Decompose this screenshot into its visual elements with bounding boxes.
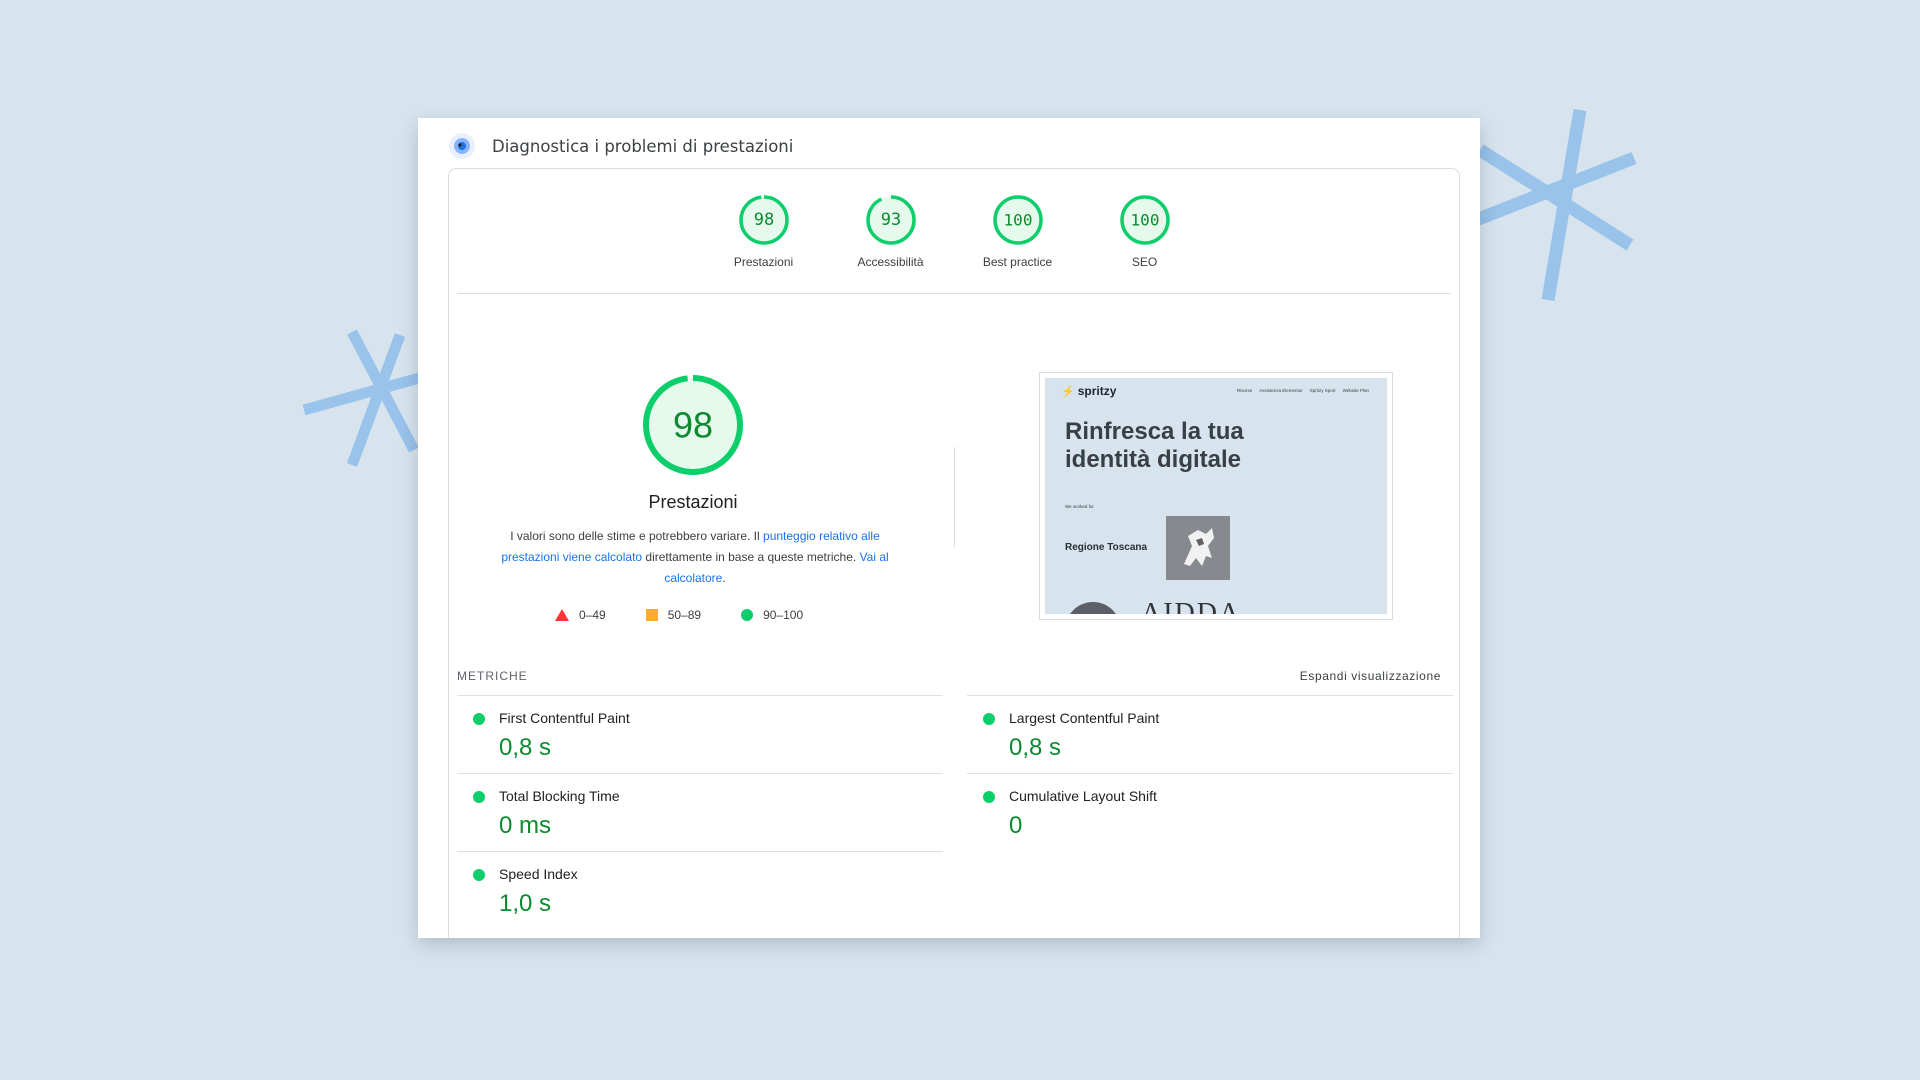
legend-range: 0–49 — [579, 608, 606, 622]
performance-main-gauge: 98 — [643, 375, 743, 475]
metric-value: 0 ms — [499, 812, 552, 839]
legend-range: 90–100 — [763, 608, 804, 622]
metric-total-blocking-time: Total Blocking Time 0 ms — [457, 773, 943, 851]
category-label: SEO — [1131, 255, 1158, 269]
category-label: Best practice — [982, 255, 1053, 269]
description-text: direttamente in base a queste metriche. — [642, 550, 860, 564]
metric-name: Total Blocking Time — [499, 788, 620, 804]
metric-name: First Contentful Paint — [499, 710, 630, 726]
metric-value: 0 — [1009, 812, 1023, 839]
metrics-left-column: First Contentful Paint 0,8 s Total Block… — [457, 695, 943, 929]
panel-header: Diagnostica i problemi di prestazioni — [448, 126, 793, 166]
lion-emblem-icon — [1166, 516, 1230, 580]
lighthouse-report: 98 Prestazioni 93 Accessibilità 100 Best… — [448, 168, 1460, 938]
gauge-score: 98 — [673, 405, 713, 446]
vertical-divider — [954, 447, 955, 547]
seo-gauge: 100 — [1119, 195, 1170, 245]
pass-circle-icon — [473, 869, 485, 881]
lighthouse-panel: Diagnostica i problemi di prestazioni 98… — [418, 118, 1480, 938]
metric-value: 1,0 s — [499, 890, 552, 917]
pass-circle-icon — [983, 791, 995, 803]
gauge-score: 100 — [1130, 211, 1159, 230]
screenshot-nav-item: Assistenza Elementor — [1259, 388, 1303, 393]
diagnostics-logo-icon — [449, 133, 475, 159]
category-seo[interactable]: 100 SEO — [1081, 193, 1208, 269]
metric-cumulative-layout-shift: Cumulative Layout Shift 0 — [967, 773, 1453, 851]
gauge-score: 98 — [753, 210, 773, 230]
accessibility-gauge: 93 — [865, 195, 916, 245]
metrics-right-column: Largest Contentful Paint 0,8 s Cumulativ… — [967, 695, 1453, 851]
screenshot-brand: ⚡ spritzy — [1061, 384, 1116, 398]
panel-title: Diagnostica i problemi di prestazioni — [492, 136, 794, 156]
decorative-asterisk-right — [1473, 108, 1637, 302]
gauge-score: 93 — [880, 210, 900, 230]
legend-item-fail: 0–49 — [555, 608, 606, 622]
category-performance[interactable]: 98 Prestazioni — [700, 193, 827, 269]
category-accessibility[interactable]: 93 Accessibilità — [827, 193, 954, 269]
main-score-label: Prestazioni — [648, 492, 738, 512]
pass-circle-icon — [983, 713, 995, 725]
gauge-score: 100 — [1003, 211, 1032, 230]
metric-name: Cumulative Layout Shift — [1009, 788, 1157, 804]
headline-line: identità digitale — [1065, 446, 1242, 473]
metrics-heading: METRICHE — [457, 669, 528, 683]
metric-name: Speed Index — [499, 866, 578, 882]
seal-icon — [1065, 602, 1121, 614]
headline-line: Rinfresca la tua — [1065, 418, 1244, 445]
screenshot-region: Regione Toscana — [1065, 542, 1148, 553]
category-scores: 98 Prestazioni 93 Accessibilità 100 Best… — [449, 193, 1459, 269]
expand-view-toggle[interactable]: Espandi visualizzazione — [1300, 669, 1441, 683]
screenshot-nav-item: Risorse — [1237, 388, 1253, 393]
performance-gauge: 98 — [738, 195, 789, 245]
metric-speed-index: Speed Index 1,0 s — [457, 851, 943, 929]
pass-circle-icon — [473, 713, 485, 725]
metric-name: Largest Contentful Paint — [1009, 710, 1160, 726]
metric-first-contentful-paint: First Contentful Paint 0,8 s — [457, 695, 943, 773]
metric-value: 0,8 s — [499, 734, 552, 761]
score-description: I valori sono delle stime e potrebbero v… — [485, 526, 905, 589]
screenshot-small-text: We worked for — [1065, 504, 1094, 509]
screenshot-nav-item: Website Plan — [1342, 388, 1369, 393]
screenshot-nav: Risorse Assistenza Elementor Spritzy Spo… — [1230, 388, 1369, 393]
page-screenshot-thumbnail[interactable]: ⚡ spritzy Risorse Assistenza Elementor S… — [1039, 372, 1393, 620]
screenshot-aidda: AIDDA — [1141, 598, 1242, 614]
pass-circle-icon — [473, 791, 485, 803]
square-icon — [645, 609, 658, 621]
best-practices-gauge: 100 — [992, 195, 1043, 245]
category-label: Prestazioni — [733, 255, 794, 269]
triangle-icon — [555, 609, 569, 621]
brand-name: spritzy — [1077, 384, 1117, 398]
screenshot-headline: Rinfresca la tua identità digitale — [1065, 418, 1365, 474]
legend-range: 50–89 — [667, 608, 702, 622]
metric-value: 0,8 s — [1009, 734, 1062, 761]
screenshot-nav-item: Spritzy Sport — [1309, 388, 1336, 393]
description-text: . — [722, 571, 726, 585]
circle-icon — [741, 609, 754, 621]
screenshot-content: ⚡ spritzy Risorse Assistenza Elementor S… — [1045, 378, 1387, 614]
legend-item-average: 50–89 — [645, 608, 702, 622]
divider — [457, 293, 1451, 294]
bolt-icon: ⚡ — [1061, 385, 1075, 398]
score-legend: 0–49 50–89 90–100 — [555, 608, 843, 622]
metric-largest-contentful-paint: Largest Contentful Paint 0,8 s — [967, 695, 1453, 773]
description-text: I valori sono delle stime e potrebbero v… — [510, 529, 764, 543]
legend-item-pass: 90–100 — [741, 608, 803, 622]
category-best-practices[interactable]: 100 Best practice — [954, 193, 1081, 269]
category-label: Accessibilità — [857, 255, 924, 269]
